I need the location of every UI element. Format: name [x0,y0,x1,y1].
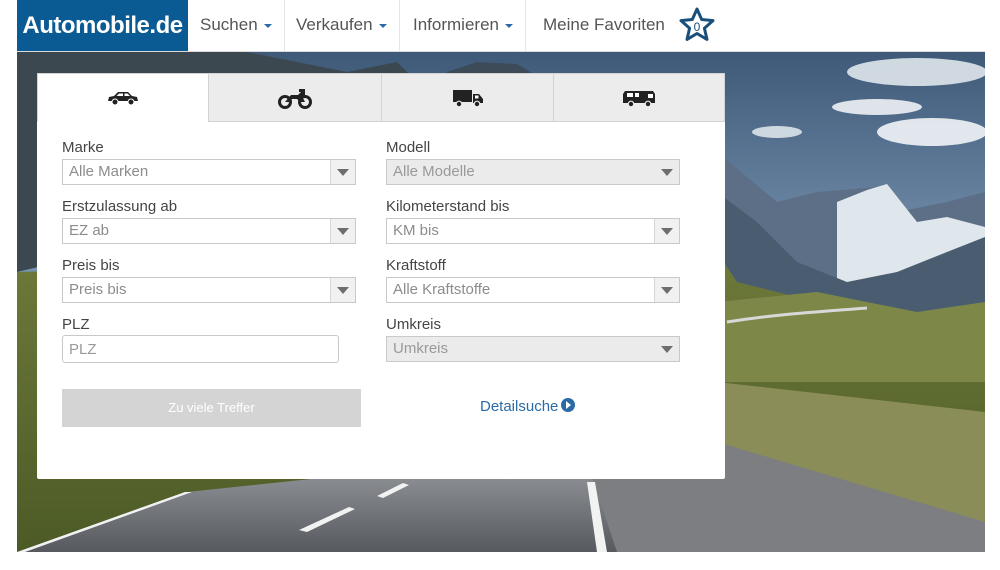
top-navbar: Automobile.de Suchen Verkaufen Informier… [17,0,985,52]
model-select[interactable]: Alle Modelle [386,159,680,185]
tab-truck[interactable] [381,73,554,122]
car-icon [108,91,138,105]
arrow-circle-right-icon [561,398,576,412]
price-select-value: Preis bis [69,281,127,298]
mileage-label: Kilometerstand bis [386,198,510,215]
zip-input[interactable] [62,335,339,363]
site-logo[interactable]: Automobile.de [17,0,188,51]
first-registration-select-value: EZ ab [69,222,110,239]
radius-label: Umkreis [386,316,441,333]
chevron-down-icon [330,278,355,302]
nav-verkaufen-label: Verkaufen [296,15,373,34]
nav-favorites[interactable]: Meine Favoriten [542,0,665,51]
vehicle-search-panel: Marke Alle Marken Modell Alle Modelle Er… [37,73,725,479]
mileage-select-value: KM bis [393,222,439,239]
fuel-select-value: Alle Kraftstoffe [393,281,491,298]
chevron-down-icon [654,278,679,302]
favorites-label: Meine Favoriten [543,15,665,34]
make-select[interactable]: Alle Marken [62,159,356,185]
nav-suchen[interactable]: Suchen [188,0,285,51]
nav-informieren-label: Informieren [413,15,499,34]
detail-search-link[interactable]: Detailsuche [480,398,576,416]
favorites-count: 0 [693,20,701,34]
first-registration-select[interactable]: EZ ab [62,218,356,244]
caret-down-icon [504,23,513,28]
make-select-value: Alle Marken [69,163,149,180]
radius-select[interactable]: Umkreis [386,336,680,362]
tab-camper[interactable] [553,73,725,122]
truck-icon [452,89,483,107]
price-label: Preis bis [62,257,120,274]
tab-car[interactable] [37,73,209,122]
nav-verkaufen[interactable]: Verkaufen [284,0,400,51]
chevron-down-icon [330,160,355,184]
nav-informieren[interactable]: Informieren [401,0,526,51]
mileage-select[interactable]: KM bis [386,218,680,244]
zip-label: PLZ [62,316,90,333]
chevron-down-icon [330,219,355,243]
favorites-star-icon[interactable]: 0 [678,6,716,44]
detail-search-label: Detailsuche [480,398,559,415]
nav-suchen-label: Suchen [200,15,258,34]
tab-motorcycle[interactable] [208,73,382,122]
make-label: Marke [62,139,104,156]
search-submit-button[interactable]: Zu viele Treffer [62,389,361,427]
vehicle-type-tabs [37,73,725,123]
model-select-value: Alle Modelle [393,163,475,180]
fuel-select[interactable]: Alle Kraftstoffe [386,277,680,303]
fuel-label: Kraftstoff [386,257,446,274]
price-select[interactable]: Preis bis [62,277,356,303]
motorcycle-icon [278,88,312,109]
caret-down-icon [263,23,272,28]
first-registration-label: Erstzulassung ab [62,198,178,215]
chevron-down-icon [655,160,679,184]
radius-select-value: Umkreis [393,340,448,357]
chevron-down-icon [655,337,679,361]
camper-icon [623,90,655,107]
chevron-down-icon [654,219,679,243]
model-label: Modell [386,139,431,156]
caret-down-icon [378,23,387,28]
